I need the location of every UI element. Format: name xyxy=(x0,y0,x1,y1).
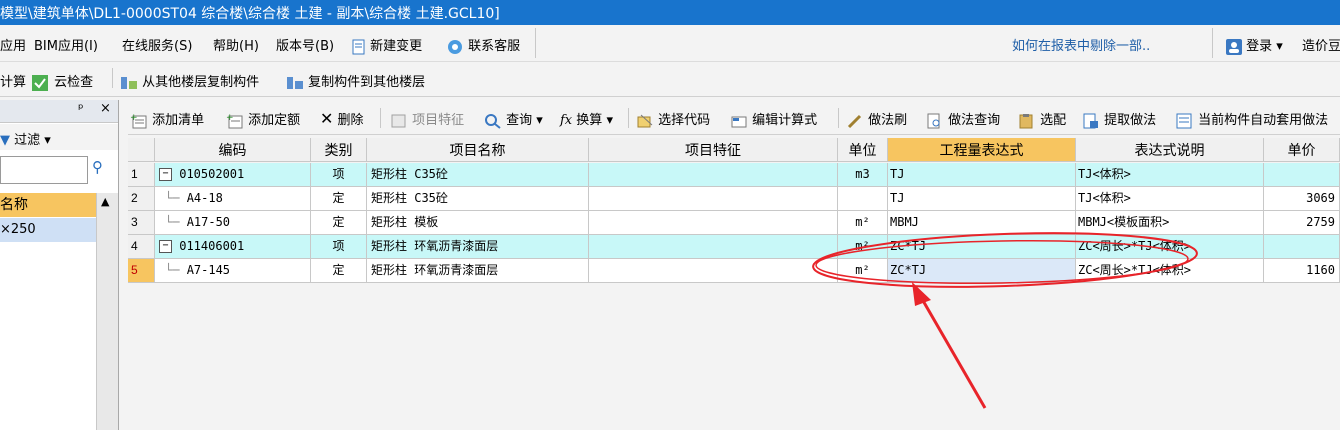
arrow-shaft xyxy=(916,291,987,409)
annotation-overlay xyxy=(812,232,1198,409)
